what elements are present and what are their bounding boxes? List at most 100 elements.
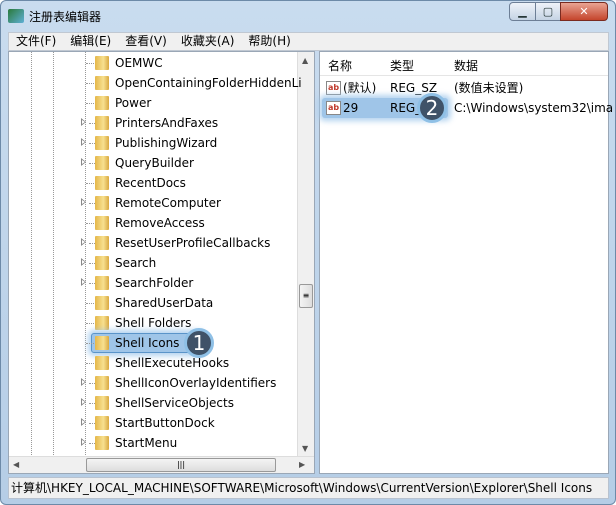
- close-button[interactable]: ✕: [560, 2, 608, 21]
- window-title: 注册表编辑器: [29, 10, 102, 24]
- tree-item[interactable]: RecentDocs: [9, 173, 297, 193]
- menu-bar: 文件(F) 编辑(E) 查看(V) 收藏夹(A) 帮助(H): [8, 32, 609, 51]
- folder-icon: [95, 116, 109, 130]
- menu-favorites[interactable]: 收藏夹(A): [174, 33, 242, 50]
- expand-arrow-icon[interactable]: [81, 438, 86, 446]
- tree-item-label: StartButtonDock: [115, 416, 215, 430]
- tree-item[interactable]: PrintersAndFaxes: [9, 113, 297, 133]
- tree-item[interactable]: SharedUserData: [9, 293, 297, 313]
- tree-item-label: ShellIconOverlayIdentifiers: [115, 376, 277, 390]
- tree-item-label: StartMenu: [115, 436, 178, 450]
- expand-arrow-icon[interactable]: [81, 138, 86, 146]
- value-data: (数值未设置): [454, 81, 524, 95]
- minimize-button[interactable]: ▁: [509, 2, 536, 21]
- folder-icon: [95, 276, 109, 290]
- folder-icon: [95, 436, 109, 450]
- folder-icon: [95, 216, 109, 230]
- tree-item[interactable]: PublishingWizard: [9, 133, 297, 153]
- expand-arrow-icon[interactable]: [81, 258, 86, 266]
- list-header: 名称 类型 数据: [320, 52, 608, 76]
- tree-item[interactable]: QueryBuilder: [9, 153, 297, 173]
- scroll-down-icon[interactable]: ▼: [302, 444, 308, 453]
- expand-arrow-icon[interactable]: [81, 198, 86, 206]
- values-list: 名称 类型 数据 ab (默认) REG_SZ (数值未设置) ab 29 REG_SZ C:…: [319, 51, 613, 474]
- expand-arrow-icon[interactable]: [81, 158, 86, 166]
- folder-icon: [95, 316, 109, 330]
- folder-icon: [95, 156, 109, 170]
- folder-icon: [95, 356, 109, 370]
- folder-icon: [95, 296, 109, 310]
- scroll-left-icon[interactable]: ◀: [13, 460, 19, 469]
- expand-arrow-icon[interactable]: [81, 238, 86, 246]
- expand-arrow-icon[interactable]: [81, 378, 86, 386]
- scroll-up-icon[interactable]: ▲: [302, 56, 308, 65]
- expand-arrow-icon[interactable]: [81, 398, 86, 406]
- expand-arrow-icon[interactable]: [81, 278, 86, 286]
- tree-item-label: SearchFolder: [115, 276, 194, 290]
- tree-item[interactable]: OEMWC: [9, 53, 297, 73]
- string-value-icon: ab: [326, 101, 341, 115]
- scroll-thumb-horizontal[interactable]: |||: [86, 458, 276, 472]
- value-row[interactable]: ab 29 REG_SZ C:\Windows\system32\ima 2: [320, 93, 613, 123]
- tree-item-label: ShellServiceObjects: [115, 396, 234, 410]
- tree-item-label: PrintersAndFaxes: [115, 116, 219, 130]
- value-row[interactable]: ab (默认) REG_SZ (数值未设置): [320, 78, 608, 98]
- tree-item-label: RemoteComputer: [115, 196, 221, 210]
- tree-item-label: SharedUserData: [115, 296, 214, 310]
- tree-item[interactable]: Search: [9, 253, 297, 273]
- folder-icon: [95, 396, 109, 410]
- tree-item-label: ShellExecuteHooks: [115, 356, 230, 370]
- value-data: C:\Windows\system32\ima: [454, 101, 614, 115]
- tree-item-label: Search: [115, 256, 157, 270]
- tree-item-label: PublishingWizard: [115, 136, 218, 150]
- tree-horizontal-scrollbar[interactable]: ◀ ||| ▶: [9, 456, 314, 473]
- tree-item[interactable]: ResetUserProfileCallbacks: [9, 233, 297, 253]
- tree-item[interactable]: Shell Folders: [9, 313, 297, 333]
- menu-view[interactable]: 查看(V): [118, 33, 174, 50]
- column-header-name[interactable]: 名称: [328, 57, 352, 74]
- string-value-icon: ab: [326, 81, 341, 95]
- maximize-button[interactable]: ▢: [535, 2, 561, 21]
- expand-arrow-icon[interactable]: [81, 118, 86, 126]
- registry-editor-icon: [8, 9, 24, 23]
- tree-item[interactable]: StartButtonDock: [9, 413, 297, 433]
- menu-help[interactable]: 帮助(H): [241, 33, 297, 50]
- tree-item-label: RecentDocs: [115, 176, 186, 190]
- menu-edit[interactable]: 编辑(E): [63, 33, 118, 50]
- value-name: 29: [343, 101, 359, 115]
- column-header-data[interactable]: 数据: [454, 57, 478, 74]
- tree-item-label: RemoveAccess: [115, 216, 205, 230]
- folder-icon: [95, 56, 109, 70]
- tree-item[interactable]: OpenContainingFolderHiddenLi: [9, 73, 302, 93]
- scroll-right-icon[interactable]: ▶: [299, 460, 305, 469]
- expand-arrow-icon[interactable]: [81, 418, 86, 426]
- tree-item[interactable]: Shell Icons 1: [9, 328, 297, 358]
- tree-item[interactable]: RemoveAccess: [9, 213, 297, 233]
- tree-item[interactable]: ShellExecuteHooks: [9, 353, 297, 373]
- folder-icon: [95, 376, 109, 390]
- callout-badge: 2: [417, 93, 447, 123]
- tree-item[interactable]: RemoteComputer: [9, 193, 297, 213]
- folder-icon: [95, 336, 109, 350]
- tree-item-label: ResetUserProfileCallbacks: [115, 236, 271, 250]
- tree-item-label: Power: [115, 96, 152, 110]
- tree-item-label: OEMWC: [115, 56, 163, 70]
- folder-icon: [95, 236, 109, 250]
- column-header-type[interactable]: 类型: [390, 57, 414, 74]
- menu-file[interactable]: 文件(F): [9, 33, 63, 50]
- status-bar-path: 计算机\HKEY_LOCAL_MACHINE\SOFTWARE\Microsof…: [8, 477, 609, 499]
- folder-icon: [95, 256, 109, 270]
- tree-item[interactable]: StartMenu: [9, 433, 297, 453]
- scroll-thumb[interactable]: ≡: [299, 284, 313, 308]
- tree-item-label: Shell Folders: [115, 316, 192, 330]
- folder-icon: [95, 136, 109, 150]
- tree-item[interactable]: SearchFolder: [9, 273, 297, 293]
- tree-vertical-scrollbar[interactable]: ▲ ≡ ▼: [297, 52, 314, 457]
- tree-item-label: Shell Icons: [115, 336, 180, 350]
- tree-item[interactable]: ShellIconOverlayIdentifiers: [9, 373, 297, 393]
- tree-item[interactable]: ShellServiceObjects: [9, 393, 297, 413]
- registry-tree: ▲ ≡ ▼ ◀ ||| ▶ OEMWC OpenContainingFolderH…: [8, 51, 315, 474]
- tree-item[interactable]: Power: [9, 93, 297, 113]
- title-bar: 注册表编辑器 ▁ ▢ ✕: [1, 1, 615, 31]
- tree-item-label: QueryBuilder: [115, 156, 194, 170]
